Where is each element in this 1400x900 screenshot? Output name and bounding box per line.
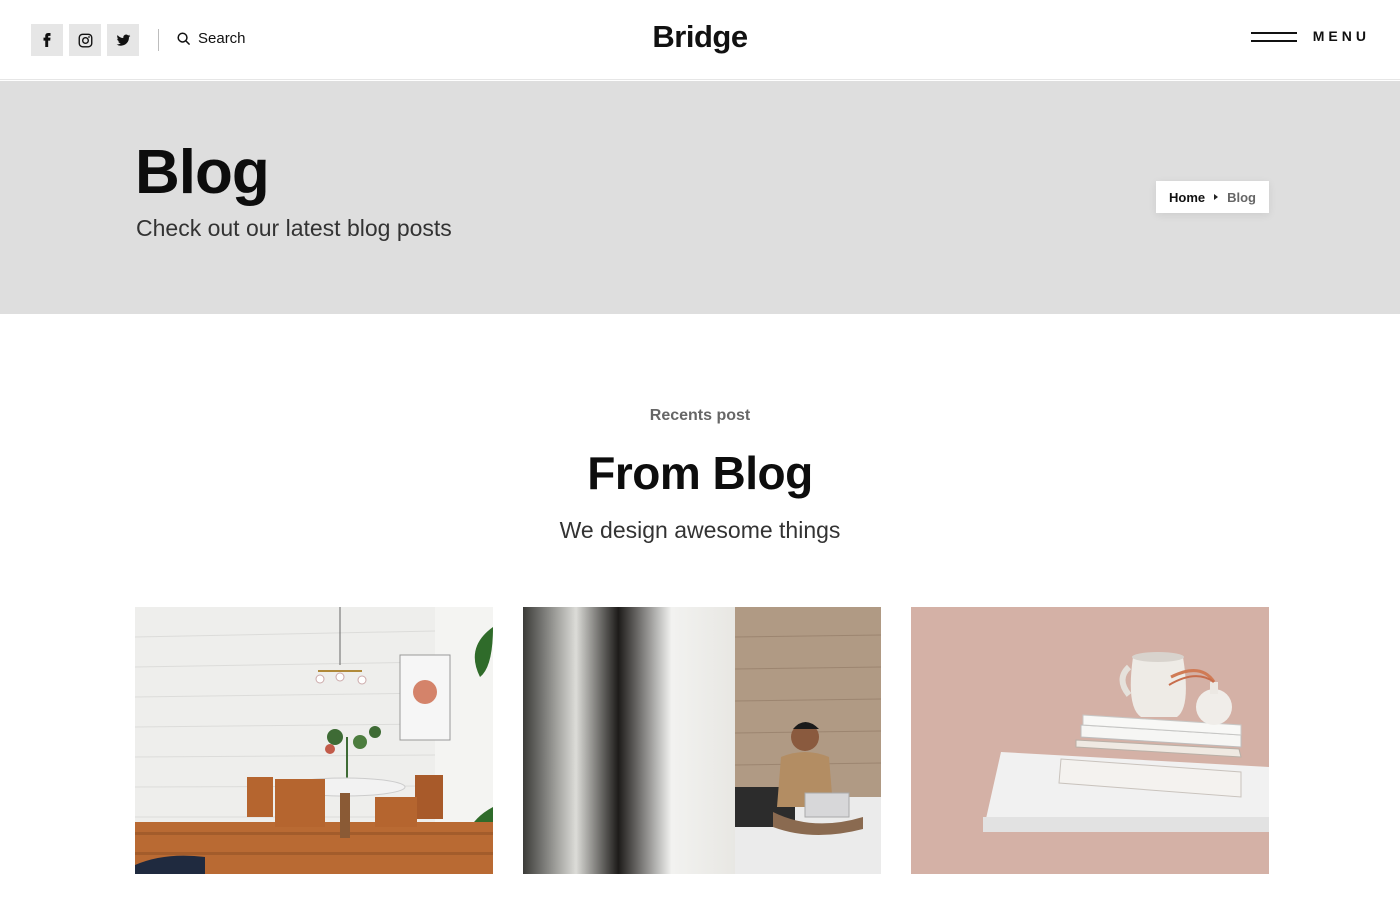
menu-label: MENU: [1312, 28, 1370, 44]
dining-room-photo: [135, 607, 493, 874]
blog-post-card[interactable]: [911, 607, 1269, 874]
breadcrumb: Home Blog: [1156, 181, 1269, 213]
breadcrumb-current: Blog: [1227, 189, 1256, 205]
books-and-vases-photo: [911, 607, 1269, 874]
site-logo[interactable]: Bridge: [0, 19, 1400, 55]
breadcrumb-home-link[interactable]: Home: [1169, 190, 1205, 205]
hamburger-icon: [1250, 28, 1297, 44]
page-subtitle: Check out our latest blog posts: [136, 215, 452, 241]
blog-post-card[interactable]: [523, 607, 881, 874]
site-header: Search Bridge MENU: [0, 0, 1400, 80]
section-eyebrow: Recents post: [649, 407, 751, 424]
page-title: Blog: [135, 138, 270, 207]
blog-post-card[interactable]: [135, 607, 493, 874]
page-title-band: Blog Check out our latest blog posts Hom…: [0, 81, 1400, 314]
menu-button[interactable]: MENU: [1250, 28, 1370, 44]
man-with-laptop-photo: [523, 607, 881, 874]
section-subtitle: We design awesome things: [559, 517, 841, 543]
section-title: From Blog: [587, 447, 813, 499]
breadcrumb-arrow-icon: [1214, 194, 1219, 200]
